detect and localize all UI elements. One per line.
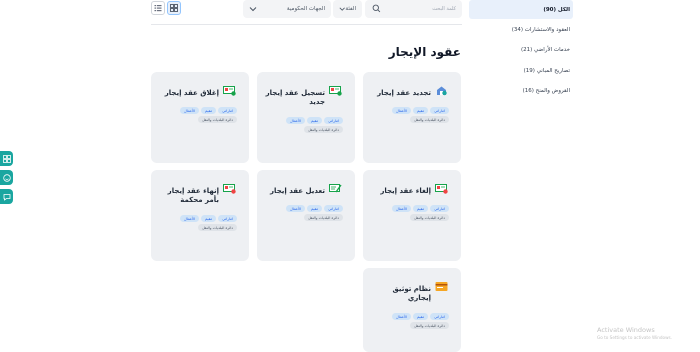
- tag: اماراتي: [218, 215, 237, 222]
- tag: دائرة البلديات والنقل: [304, 126, 343, 133]
- tag: الأعمال: [286, 205, 306, 212]
- search-box: [365, 0, 462, 18]
- card-title: نظام توثيق إيجاري: [392, 285, 431, 302]
- windows-activation-watermark: Activate Windows Go to Settings to activ…: [597, 326, 672, 340]
- sidebar-item-label: الكل (90): [543, 6, 570, 13]
- card-title: تعديل عقد إيجار: [270, 187, 325, 195]
- tag: اماراتي: [430, 313, 449, 320]
- government-entities-dropdown[interactable]: الجهات الحكومية: [243, 0, 331, 18]
- search-input[interactable]: [376, 6, 456, 12]
- tag: اماراتي: [430, 107, 449, 114]
- sidebar-item-contracts[interactable]: العقود والاستشارات (34): [469, 20, 573, 40]
- card-tags: اماراتي مقيم الأعمال دائرة البلديات والن…: [263, 117, 343, 133]
- court-terminate-icon: [223, 184, 236, 194]
- tag: دائرة البلديات والنقل: [410, 116, 449, 123]
- sidebar-item-building-permits[interactable]: تصاريح المباني (19): [469, 61, 573, 81]
- sidebar-item-loans[interactable]: القروض والمنح (16): [469, 81, 573, 101]
- card-title: إغلاق عقد إيجار: [164, 89, 219, 97]
- apps-icon: [2, 154, 11, 163]
- header-divider: [151, 24, 462, 25]
- edit-contract-icon: [329, 184, 342, 193]
- card-tags: اماراتي مقيم الأعمال دائرة البلديات والن…: [157, 107, 237, 123]
- sidebar-item-label: خدمات الأراضي (21): [521, 47, 570, 53]
- card-title: تسجيل عقد إيجار جديد: [265, 89, 325, 106]
- card-tags: اماراتي مقيم الأعمال دائرة البلديات والن…: [157, 215, 237, 231]
- smiley-icon: [2, 173, 11, 182]
- tag: الأعمال: [180, 107, 200, 114]
- tag: دائرة البلديات والنقل: [410, 214, 449, 221]
- sidebar-item-label: القروض والمنح (16): [522, 88, 570, 94]
- page-title: عقود الإيجار: [388, 45, 461, 59]
- tag: اماراتي: [218, 107, 237, 114]
- watermark-line2: Go to Settings to activate Windows.: [597, 335, 673, 340]
- tag: مقيم: [413, 107, 429, 114]
- cancel-contract-icon: [435, 184, 448, 194]
- chat-icon: [3, 193, 10, 201]
- tag: مقيم: [413, 205, 429, 212]
- close-contract-icon: [223, 86, 236, 96]
- tag: الأعمال: [392, 205, 412, 212]
- tag: اماراتي: [324, 205, 343, 212]
- service-card-edit[interactable]: تعديل عقد إيجار اماراتي مقيم الأعمال دائ…: [257, 170, 355, 261]
- category-sidebar: الكل (90) العقود والاستشارات (34) خدمات …: [469, 0, 573, 102]
- search-icon[interactable]: [372, 4, 381, 13]
- sidebar-item-label: العقود والاستشارات (34): [511, 26, 570, 33]
- card-tags: اماراتي مقيم الأعمال دائرة البلديات والن…: [263, 205, 343, 221]
- sidebar-item-label: تصاريح المباني (19): [523, 67, 570, 74]
- service-card-ejari[interactable]: نظام توثيق إيجاري اماراتي مقيم الأعمال د…: [363, 268, 461, 352]
- tag: دائرة البلديات والنقل: [198, 116, 237, 123]
- tag: مقيم: [413, 313, 429, 320]
- service-card-close[interactable]: إغلاق عقد إيجار اماراتي مقيم الأعمال دائ…: [151, 72, 249, 163]
- tag: دائرة البلديات والنقل: [304, 214, 343, 221]
- sidebar-item-land[interactable]: خدمات الأراضي (21): [469, 40, 573, 60]
- tag: دائرة البلديات والنقل: [198, 224, 237, 231]
- floating-action-buttons: [0, 151, 13, 204]
- apps-button[interactable]: [0, 151, 13, 166]
- tag: مقيم: [201, 107, 217, 114]
- tag: مقيم: [201, 215, 217, 222]
- watermark-line1: Activate Windows: [597, 326, 655, 334]
- card-tags: اماراتي مقيم الأعمال دائرة البلديات والن…: [369, 107, 449, 123]
- tag: اماراتي: [430, 205, 449, 212]
- tag: الأعمال: [286, 117, 306, 124]
- tag: الأعمال: [180, 215, 200, 222]
- grid-icon: [170, 4, 178, 12]
- card-title: إلغاء عقد إيجار: [380, 187, 431, 195]
- view-toggle: [151, 1, 181, 15]
- service-card-cancel[interactable]: إلغاء عقد إيجار اماراتي مقيم الأعمال دائ…: [363, 170, 461, 261]
- list-view-button[interactable]: [151, 1, 165, 15]
- card-tags: اماراتي مقيم الأعمال دائرة البلديات والن…: [369, 205, 449, 221]
- sidebar-item-all[interactable]: الكل (90): [469, 0, 573, 19]
- tag: مقيم: [307, 117, 323, 124]
- category-dropdown[interactable]: الفئة: [333, 0, 362, 18]
- chat-button[interactable]: [0, 189, 13, 204]
- chevron-down-icon: [249, 7, 257, 12]
- renew-contract-icon: [437, 86, 447, 96]
- card-title: إنهاء عقد إيجار بأمر محكمة: [167, 187, 219, 204]
- tag: الأعمال: [392, 107, 412, 114]
- grid-view-button[interactable]: [167, 1, 181, 15]
- tag: اماراتي: [324, 117, 343, 124]
- register-contract-icon: [329, 86, 342, 96]
- government-dropdown-label: الجهات الحكومية: [286, 6, 325, 12]
- feedback-button[interactable]: [0, 170, 13, 185]
- ejari-system-icon: [435, 282, 448, 291]
- service-card-register[interactable]: تسجيل عقد إيجار جديد اماراتي مقيم الأعما…: [257, 72, 355, 163]
- service-card-court-terminate[interactable]: إنهاء عقد إيجار بأمر محكمة اماراتي مقيم …: [151, 170, 249, 261]
- category-dropdown-label: الفئة: [345, 6, 356, 12]
- tag: الأعمال: [392, 313, 412, 320]
- tag: مقيم: [307, 205, 323, 212]
- service-card-renew[interactable]: تجديد عقد إيجار اماراتي مقيم الأعمال دائ…: [363, 72, 461, 163]
- card-title: تجديد عقد إيجار: [377, 89, 431, 97]
- card-tags: اماراتي مقيم الأعمال دائرة البلديات والن…: [369, 313, 449, 329]
- list-icon: [154, 5, 162, 12]
- tag: دائرة البلديات والنقل: [410, 322, 449, 329]
